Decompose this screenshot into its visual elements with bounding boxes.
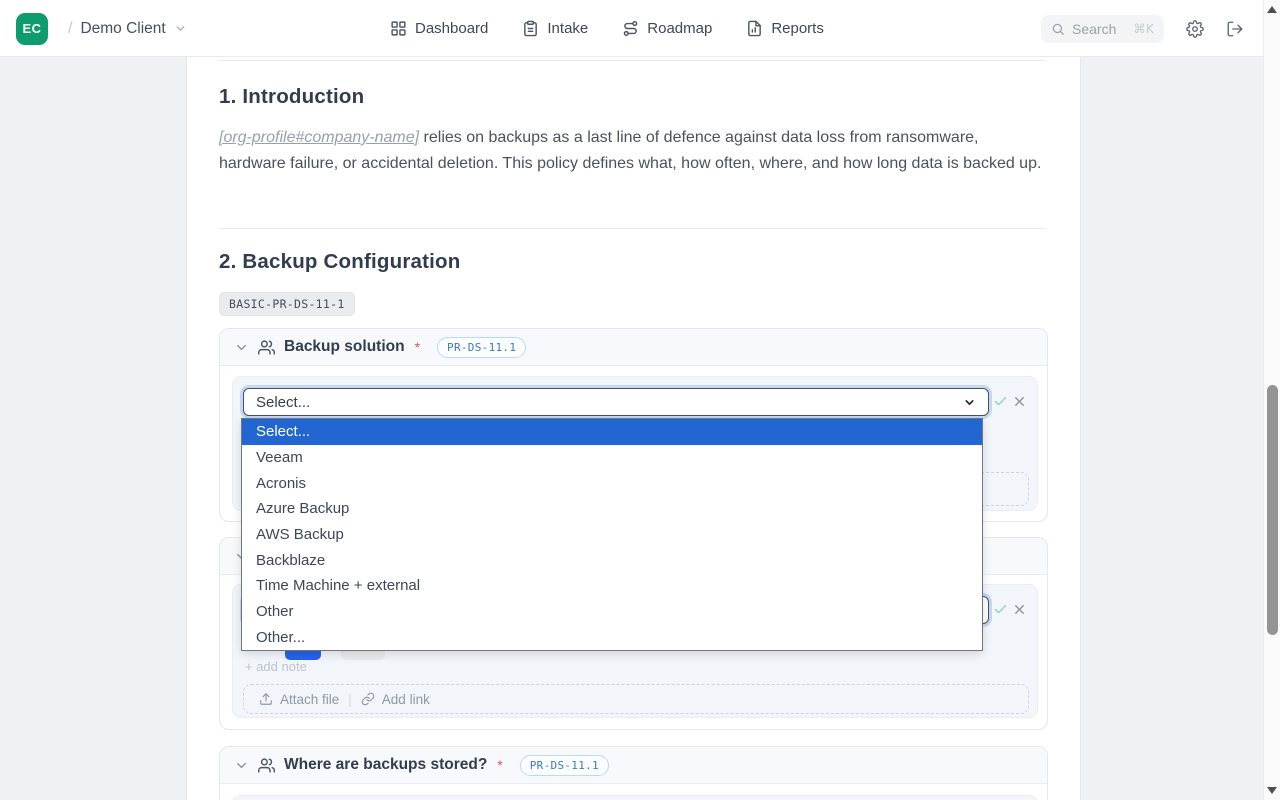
control-ref-badge: PR-DS-11.1: [520, 755, 609, 776]
question-label: Backup solution: [284, 338, 405, 356]
control-id-badge: BASIC-PR-DS-11-1: [219, 292, 355, 316]
org-profile-placeholder-link[interactable]: [org-profile#company-name]: [219, 129, 419, 146]
nav-label: Roadmap: [647, 20, 712, 37]
answer-panel: [232, 795, 1038, 800]
attach-file-button[interactable]: Attach file: [259, 692, 339, 707]
attach-file-label: Attach file: [280, 692, 339, 707]
chevron-down-icon: [174, 22, 187, 35]
search-shortcut: ⌘K: [1133, 21, 1154, 36]
grid-icon: [390, 20, 407, 37]
dropdown-option[interactable]: Select...: [242, 419, 982, 445]
users-icon: [258, 339, 275, 356]
gear-icon: [1186, 20, 1204, 38]
question-label: Where are backups stored?: [284, 756, 487, 774]
confirm-check-icon[interactable]: [993, 394, 1008, 409]
control-ref-badge: PR-DS-11.1: [437, 337, 526, 358]
attachment-dropzone: Attach file | Add link: [243, 684, 1029, 714]
add-note-button[interactable]: + add note: [245, 659, 307, 674]
nav-label: Dashboard: [415, 20, 488, 37]
route-icon: [622, 20, 639, 37]
search-input[interactable]: Search ⌘K: [1041, 15, 1164, 43]
nav-item-roadmap[interactable]: Roadmap: [622, 20, 712, 37]
backup-solution-dropdown-list: Select... Veeam Acronis Azure Backup AWS…: [241, 418, 983, 651]
scrollbar-thumb[interactable]: [1267, 385, 1278, 635]
clear-x-icon[interactable]: [1012, 394, 1027, 409]
dropdown-option[interactable]: Azure Backup: [242, 496, 982, 522]
breadcrumb[interactable]: / Demo Client: [68, 20, 187, 38]
nav-label: Reports: [771, 20, 824, 37]
users-icon: [258, 757, 275, 774]
link-icon: [361, 692, 375, 706]
search-icon: [1051, 22, 1065, 36]
add-link-label: Add link: [382, 692, 430, 707]
collapse-chevron-icon[interactable]: [234, 340, 249, 355]
clear-x-icon[interactable]: [1012, 602, 1027, 617]
nav-item-reports[interactable]: Reports: [746, 20, 824, 37]
nav-item-intake[interactable]: Intake: [522, 20, 588, 37]
section-divider: [219, 60, 1046, 61]
logout-button[interactable]: [1226, 20, 1244, 38]
client-name: Demo Client: [80, 20, 165, 38]
required-asterisk: *: [497, 757, 502, 773]
vertical-scrollbar[interactable]: [1263, 0, 1280, 800]
dropdown-option[interactable]: Time Machine + external: [242, 573, 982, 599]
dropdown-option[interactable]: AWS Backup: [242, 522, 982, 548]
report-icon: [746, 20, 763, 37]
document-panel: 1. Introduction [org-profile#company-nam…: [186, 57, 1081, 800]
dropdown-option[interactable]: Other: [242, 599, 982, 625]
section-heading-backup-configuration: 2. Backup Configuration: [219, 250, 461, 274]
select-chevron-icon: [963, 396, 976, 409]
dropdown-option[interactable]: Veeam: [242, 445, 982, 471]
required-asterisk: *: [415, 339, 420, 355]
scroll-down-arrow[interactable]: [1267, 787, 1277, 794]
section-divider: [219, 228, 1046, 229]
nav-label: Intake: [547, 20, 588, 37]
confirm-check-icon[interactable]: [993, 602, 1008, 617]
top-navbar: EC / Demo Client Dashboard Intake Ro: [0, 0, 1280, 57]
logout-icon: [1226, 20, 1244, 38]
search-placeholder: Search: [1072, 21, 1126, 37]
dropdown-option[interactable]: Other...: [242, 624, 982, 650]
scroll-up-arrow[interactable]: [1267, 6, 1277, 13]
backup-solution-select[interactable]: Select...: [243, 388, 989, 416]
question-card-backup-storage: Where are backups stored? * PR-DS-11.1: [219, 746, 1048, 800]
app-logo[interactable]: EC: [16, 13, 48, 45]
nav-item-dashboard[interactable]: Dashboard: [390, 20, 488, 37]
clipboard-icon: [522, 20, 539, 37]
select-value: Select...: [256, 394, 963, 411]
dropdown-option[interactable]: Acronis: [242, 470, 982, 496]
add-link-button[interactable]: Add link: [361, 692, 430, 707]
introduction-paragraph: [org-profile#company-name] relies on bac…: [219, 125, 1046, 177]
breadcrumb-separator: /: [68, 20, 72, 38]
collapse-chevron-icon[interactable]: [234, 758, 249, 773]
settings-button[interactable]: [1186, 20, 1204, 38]
dropdown-option[interactable]: Backblaze: [242, 547, 982, 573]
upload-icon: [259, 692, 273, 706]
section-heading-introduction: 1. Introduction: [219, 85, 364, 109]
attach-separator: |: [348, 692, 352, 707]
